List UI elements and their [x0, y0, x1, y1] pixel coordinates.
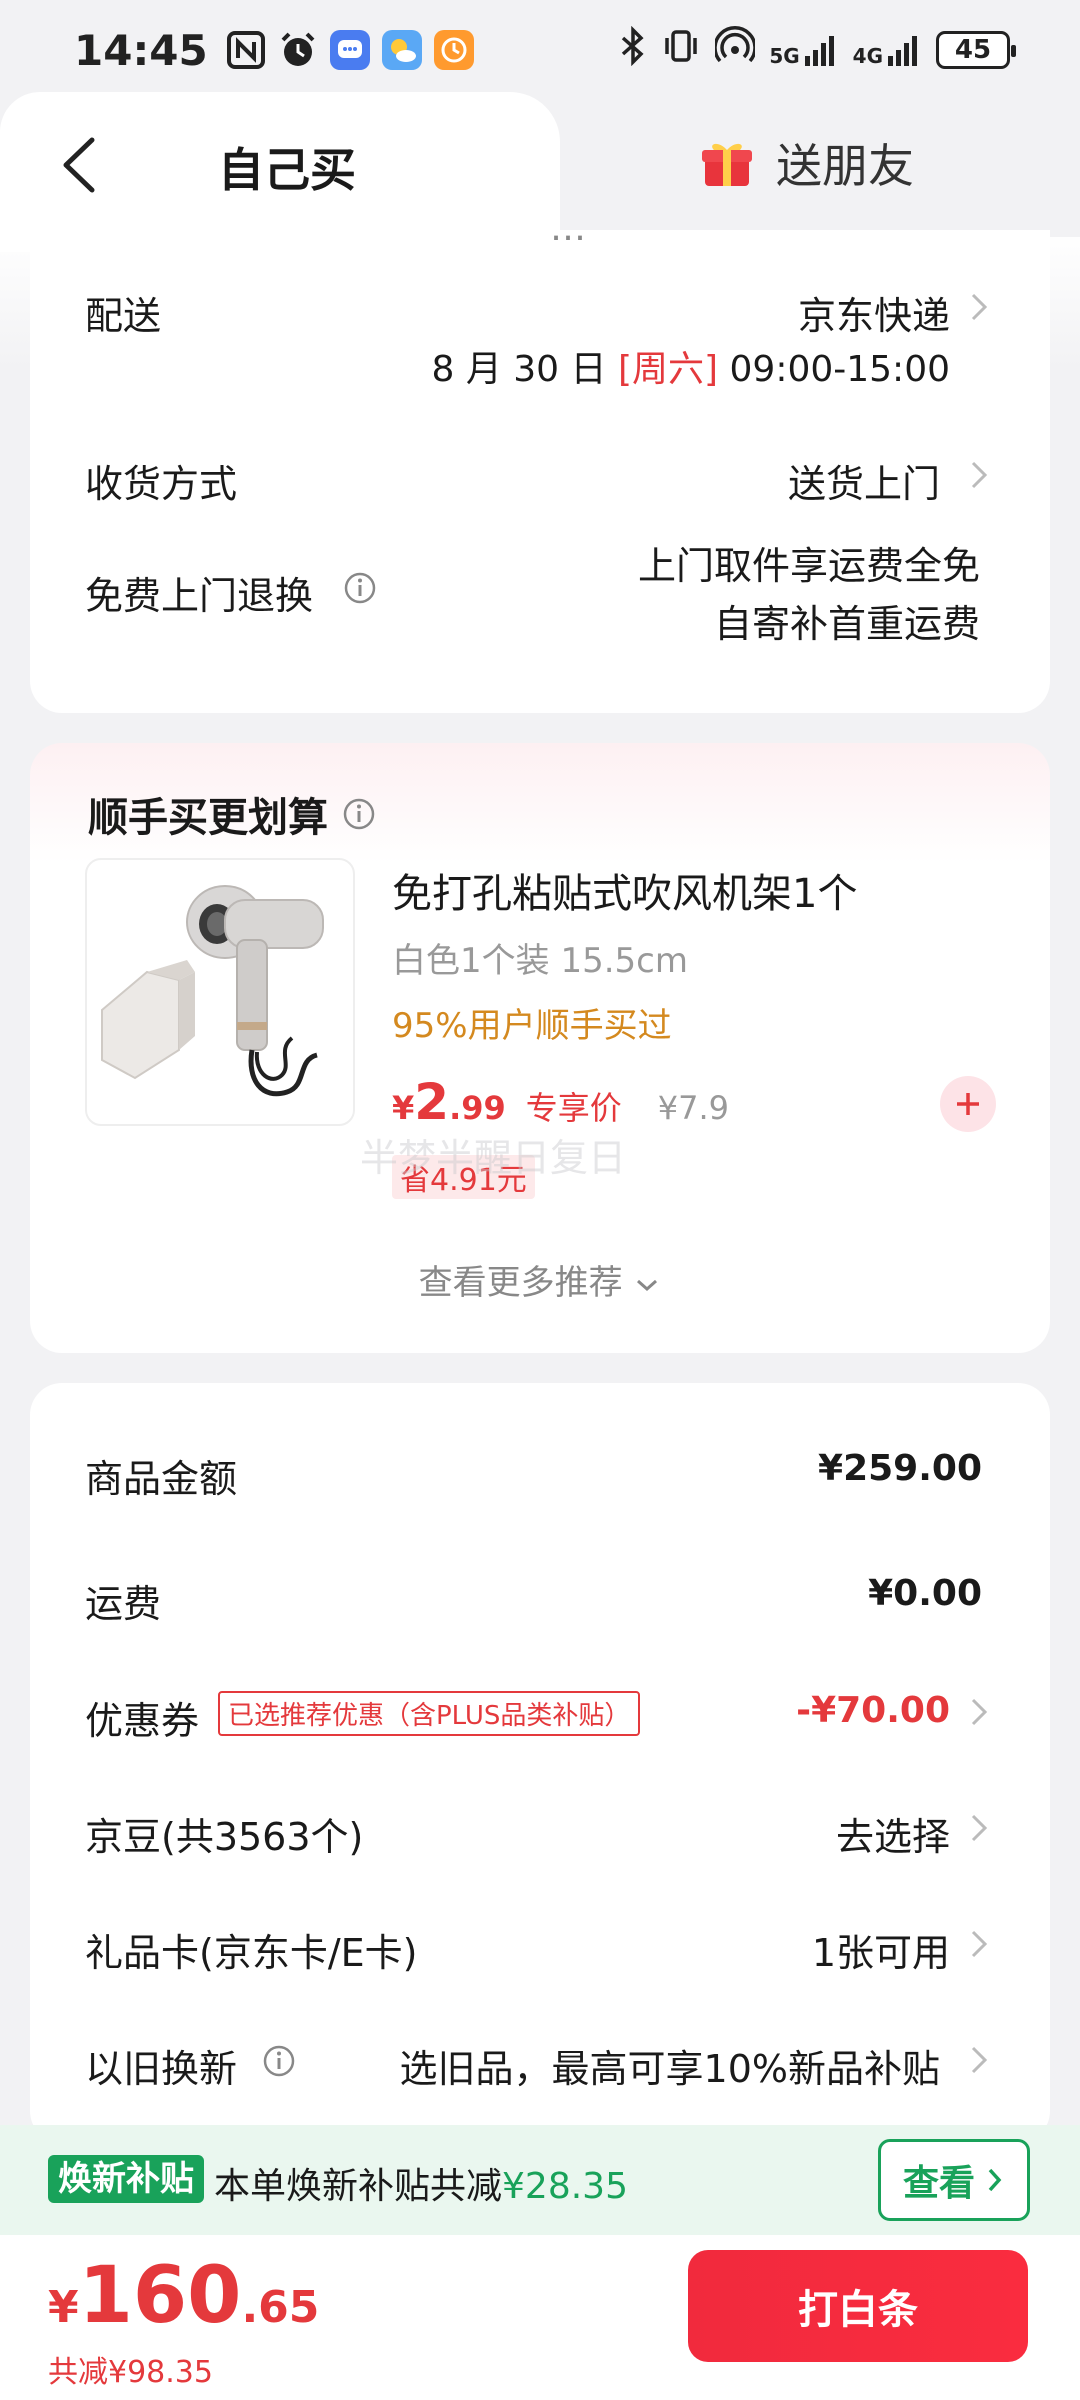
- chevron-right-icon: [971, 1698, 988, 1726]
- total-price-decimal: .65: [241, 2282, 320, 2333]
- receive-method-value: 送货上门: [787, 462, 940, 506]
- info-icon[interactable]: [342, 797, 376, 831]
- signal-4g-icon: 4G: [853, 32, 922, 68]
- hair-dryer-image: [101, 885, 324, 1097]
- addon-card: 顺手买更划算 免打孔粘贴式吹风机架1个 白色1个装 15.5cm 95%用户顺手…: [30, 743, 1050, 1353]
- subsidy-amount: ¥28.35: [502, 2166, 628, 2207]
- delivery-date: 8 月 30 日: [431, 349, 607, 390]
- hotspot-icon: [713, 26, 758, 74]
- total-price: ¥ 160 .65: [48, 2251, 319, 2341]
- delivery-card: … 配送 京东快递 8 月 30 日 [周六] 09:00-15:00 收货方式…: [30, 230, 1050, 713]
- gift-card-value: 1张可用: [811, 1931, 950, 1975]
- battery-level: 45: [954, 35, 992, 65]
- info-icon[interactable]: [343, 571, 377, 605]
- coupon-tag: 已选推荐优惠（含PLUS品类补贴）: [218, 1691, 641, 1736]
- trade-in-value: 选旧品，最高可享10%新品补贴: [399, 2047, 940, 2091]
- alarm-icon: [278, 30, 318, 70]
- price-decimal: .99: [449, 1089, 506, 1127]
- goods-amount-label: 商品金额: [85, 1457, 238, 1501]
- tab-gift-friend-label: 送朋友: [776, 139, 914, 193]
- chevron-right-icon: [971, 2046, 988, 2074]
- product-spec: 白色1个装 15.5cm: [392, 941, 688, 981]
- total-saved: 共减¥98.35: [48, 2355, 213, 2390]
- network-4g-label: 4G: [852, 44, 883, 68]
- price-symbol: ¥: [392, 1089, 415, 1127]
- subsidy-text-prefix: 本单焕新补贴共减: [214, 2166, 503, 2207]
- freight-label: 运费: [85, 1582, 162, 1626]
- status-right-group: 5G 4G 45: [619, 25, 1016, 74]
- tab-header: 送朋友 自己买: [0, 92, 1080, 252]
- delivery-weekday: [周六]: [617, 349, 719, 390]
- partial-scrolled-row: …: [30, 230, 1050, 250]
- gift-icon: [702, 143, 752, 186]
- product-price: ¥ 2 .99 专享价 ¥7.9: [392, 1073, 729, 1131]
- jd-bean-value: 去选择: [835, 1815, 950, 1859]
- chevron-right-icon: [971, 461, 988, 489]
- trade-in-label: 以旧换新: [85, 2047, 238, 2091]
- addon-title: 顺手买更划算: [88, 795, 328, 841]
- gift-card-label: 礼品卡(京东卡/E卡): [85, 1931, 418, 1975]
- goods-amount-value: ¥259.00: [818, 1448, 982, 1489]
- jd-bean-label: 京豆(共3563个): [85, 1815, 364, 1859]
- plus-icon: [957, 1093, 979, 1115]
- back-arrow-icon[interactable]: [52, 130, 112, 200]
- subsidy-text: 本单焕新补贴共减¥28.35: [214, 2157, 628, 2209]
- chevron-right-icon: [988, 2168, 1002, 2192]
- chevron-down-icon: [637, 1279, 658, 1291]
- message-app-icon: [329, 30, 370, 70]
- free-return-line2: 自寄补首重运费: [713, 602, 980, 646]
- coupon-label: 优惠券: [85, 1699, 200, 1743]
- freight-value: ¥0.00: [868, 1573, 982, 1614]
- price-integer: 2: [414, 1073, 450, 1131]
- subsidy-bar: 焕新补贴 本单焕新补贴共减¥28.35 查看: [0, 2125, 1080, 2235]
- weather-app-icon: [381, 30, 422, 70]
- signal-5g-icon: 5G: [769, 32, 838, 68]
- info-icon[interactable]: [262, 2044, 296, 2078]
- price-tag: 专享价: [525, 1089, 622, 1127]
- pay-bar: ¥ 160 .65 共减¥98.35 打白条: [0, 2235, 1080, 2400]
- shipping-value: 京东快递: [797, 294, 950, 338]
- network-5g-label: 5G: [769, 44, 800, 68]
- chevron-right-icon: [971, 293, 988, 321]
- product-name[interactable]: 免打孔粘贴式吹风机架1个: [392, 861, 857, 919]
- clock-app-icon: [433, 30, 474, 70]
- shipping-label: 配送: [85, 294, 162, 338]
- bluetooth-icon: [619, 25, 647, 74]
- subsidy-view-label: 查看: [902, 2163, 975, 2204]
- battery-icon: 45: [936, 31, 1016, 69]
- more-recommend-link[interactable]: 查看更多推荐: [30, 1255, 1050, 1304]
- free-return-line1: 上门取件享运费全免: [637, 544, 980, 588]
- product-stat: 95%用户顺手买过: [392, 1006, 672, 1046]
- partial-scrolled-text: …: [550, 230, 586, 249]
- coupon-value: -¥70.00: [796, 1690, 950, 1731]
- status-time: 14:45: [74, 25, 208, 75]
- status-bar: 14:45 5G 4G 45: [0, 0, 1080, 100]
- delivery-time: 8 月 30 日 [周六] 09:00-15:00: [431, 340, 950, 392]
- total-price-integer: 160: [78, 2251, 242, 2341]
- subsidy-tag: 焕新补贴: [48, 2155, 204, 2203]
- order-summary-card: 商品金额 ¥259.00 运费 ¥0.00 优惠券 已选推荐优惠（含PLUS品类…: [30, 1383, 1050, 2143]
- more-recommend-label: 查看更多推荐: [418, 1263, 623, 1303]
- free-return-label: 免费上门退换: [85, 574, 314, 618]
- add-to-cart-button[interactable]: [940, 1076, 996, 1132]
- addon-header: 顺手买更划算: [88, 785, 376, 843]
- vibrate-icon: [661, 26, 701, 74]
- subsidy-view-button[interactable]: 查看: [878, 2139, 1030, 2221]
- total-price-symbol: ¥: [48, 2282, 79, 2333]
- pay-with-baitiao-button[interactable]: 打白条: [688, 2250, 1028, 2362]
- chevron-right-icon: [971, 1814, 988, 1842]
- delivery-time-range: 09:00-15:00: [729, 349, 950, 390]
- original-price: ¥7.9: [657, 1089, 730, 1127]
- tab-gift-friend-content[interactable]: 送朋友: [700, 130, 914, 196]
- pay-button-label: 打白条: [798, 2287, 918, 2333]
- chevron-right-icon: [971, 1930, 988, 1958]
- tab-gift-friend[interactable]: 送朋友: [520, 92, 1080, 237]
- tab-self-buy[interactable]: 自己买: [0, 92, 560, 252]
- tab-self-buy-label: 自己买: [218, 143, 356, 197]
- product-image[interactable]: [85, 858, 355, 1126]
- nfc-icon: [226, 30, 266, 70]
- watermark-text: 半梦半醒日复日: [360, 1136, 627, 1180]
- receive-method-label: 收货方式: [85, 462, 238, 506]
